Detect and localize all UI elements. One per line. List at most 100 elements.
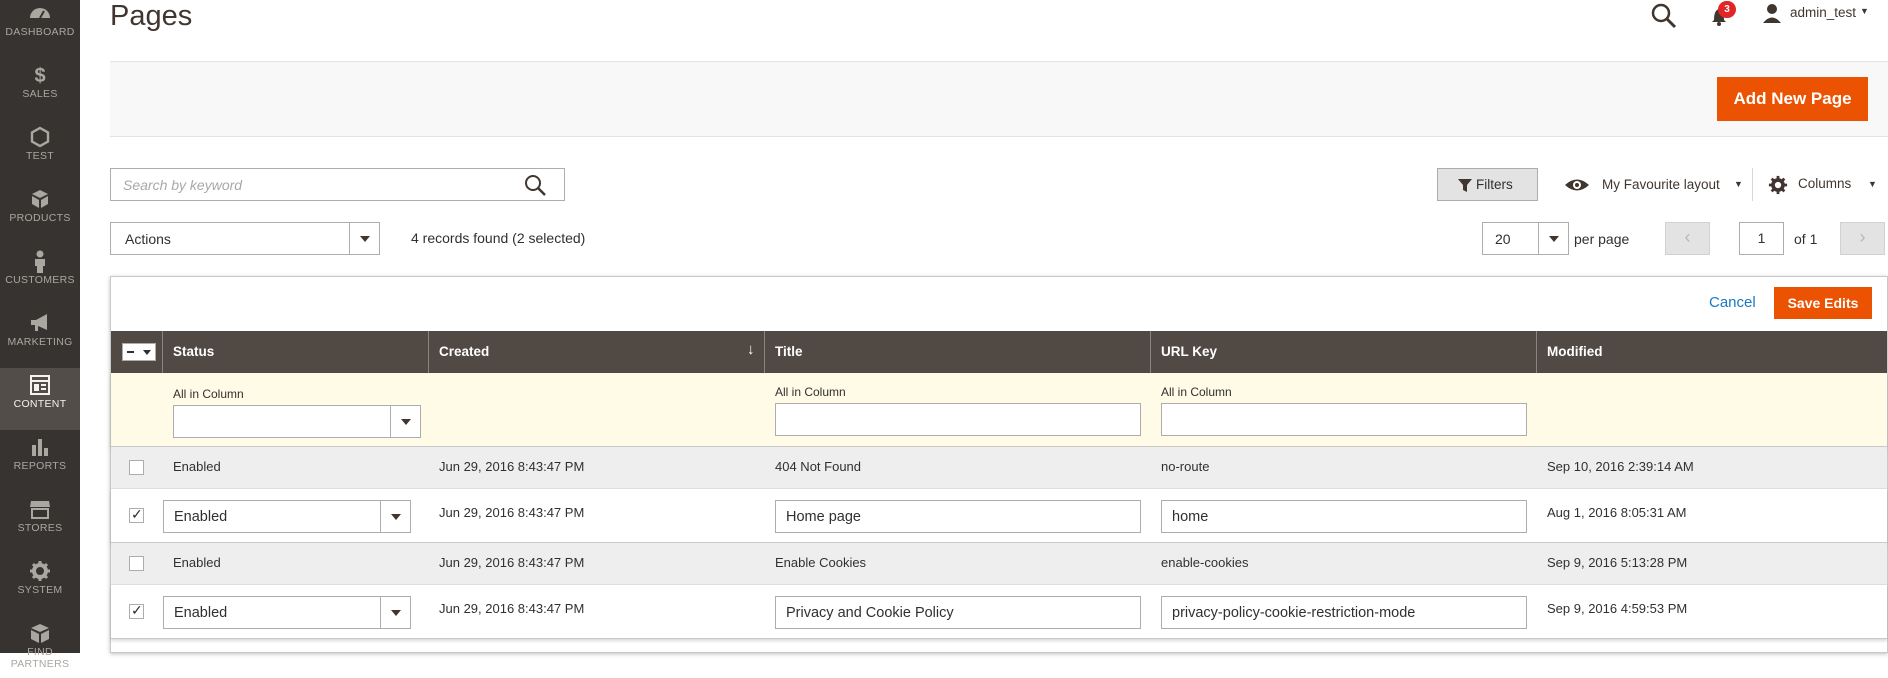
eye-icon bbox=[1564, 174, 1590, 199]
filters-button[interactable]: Filters bbox=[1437, 168, 1538, 201]
table-row-editing: Enabled Jun 29, 2016 8:43:47 PM Home pag… bbox=[111, 489, 1887, 543]
column-header-title[interactable]: Title bbox=[765, 331, 1151, 373]
status-cell: Enabled bbox=[173, 555, 221, 570]
chevron-down-icon bbox=[380, 597, 410, 628]
main-content: Pages 3 admin_test ▼ Add New Page Filter… bbox=[80, 0, 1888, 653]
title-input[interactable]: Home page bbox=[775, 500, 1141, 533]
chevron-down-icon bbox=[1538, 223, 1568, 254]
person-icon bbox=[0, 244, 80, 274]
sidebar-item-dashboard[interactable]: DASHBOARD bbox=[0, 0, 80, 58]
table-row[interactable]: Enabled Jun 29, 2016 8:43:47 PM 404 Not … bbox=[111, 447, 1887, 489]
chevron-down-icon bbox=[380, 501, 410, 532]
admin-user-menu[interactable]: admin_test ▼ bbox=[1760, 2, 1870, 28]
chevron-down-icon bbox=[143, 350, 151, 355]
title-all-label: All in Column bbox=[775, 385, 846, 399]
status-select[interactable]: Enabled bbox=[163, 596, 411, 629]
table-row[interactable]: Enabled Jun 29, 2016 8:43:47 PM Enable C… bbox=[111, 543, 1887, 585]
layout-icon bbox=[0, 368, 80, 398]
sidebar-item-sales[interactable]: $ SALES bbox=[0, 58, 80, 120]
columns-caret-icon: ▼ bbox=[1868, 179, 1877, 189]
apply-all-row: All in Column All in Column All in Colum… bbox=[111, 373, 1887, 447]
previous-page-button[interactable]: ‹ bbox=[1665, 222, 1710, 255]
url-key-cell: enable-cookies bbox=[1161, 555, 1249, 570]
grid-header-row: Status Created ↓ Title URL Key Modified bbox=[111, 331, 1887, 373]
sidebar-item-system[interactable]: SYSTEM bbox=[0, 554, 80, 616]
table-row-editing: Enabled Jun 29, 2016 8:43:47 PM Privacy … bbox=[111, 585, 1887, 639]
user-menu-caret-icon: ▼ bbox=[1860, 6, 1869, 16]
sidebar-item-customers[interactable]: CUSTOMERS bbox=[0, 244, 80, 306]
sidebar-item-marketing[interactable]: MARKETING bbox=[0, 306, 80, 368]
sidebar-item-stores[interactable]: STORES bbox=[0, 492, 80, 554]
title-cell: Enable Cookies bbox=[775, 555, 867, 570]
layout-caret-icon: ▼ bbox=[1734, 179, 1743, 189]
title-all-input[interactable] bbox=[775, 403, 1141, 436]
status-select[interactable]: Enabled bbox=[163, 500, 411, 533]
keyword-search-input[interactable] bbox=[111, 169, 511, 200]
user-icon bbox=[1762, 3, 1782, 25]
url-key-input[interactable]: privacy-policy-cookie-restriction-mode bbox=[1161, 596, 1527, 629]
column-header-modified[interactable]: Modified bbox=[1537, 331, 1887, 373]
per-page-select[interactable]: 20 bbox=[1482, 222, 1569, 255]
dollar-icon: $ bbox=[34, 65, 46, 87]
url-key-input[interactable]: home bbox=[1161, 500, 1527, 533]
sidebar-item-test[interactable]: TEST bbox=[0, 120, 80, 182]
add-new-page-button[interactable]: Add New Page bbox=[1717, 77, 1868, 121]
toolbar-divider bbox=[1752, 168, 1753, 201]
modified-cell: Sep 9, 2016 4:59:53 PM bbox=[1547, 601, 1688, 616]
megaphone-icon bbox=[0, 306, 80, 336]
page-total-text: of 1 bbox=[1794, 231, 1818, 247]
admin-username: admin_test bbox=[1790, 5, 1857, 20]
chevron-down-icon bbox=[390, 406, 420, 437]
save-edits-button[interactable]: Save Edits bbox=[1774, 287, 1872, 319]
sidebar-item-products[interactable]: PRODUCTS bbox=[0, 182, 80, 244]
global-search-icon[interactable] bbox=[1650, 2, 1678, 30]
column-header-status[interactable]: Status bbox=[163, 331, 429, 373]
storefront-icon bbox=[0, 492, 80, 522]
sort-arrow-icon: ↓ bbox=[747, 341, 755, 358]
funnel-icon bbox=[1458, 179, 1472, 195]
url-key-all-label: All in Column bbox=[1161, 385, 1232, 399]
gear-icon bbox=[0, 554, 80, 584]
cube-icon bbox=[0, 182, 80, 212]
title-input[interactable]: Privacy and Cookie Policy bbox=[775, 596, 1141, 629]
status-all-label: All in Column bbox=[173, 387, 244, 401]
box-icon bbox=[0, 616, 80, 646]
page-title: Pages bbox=[110, 0, 193, 32]
gear-icon bbox=[1768, 175, 1788, 198]
sidebar-item-content[interactable]: CONTENT bbox=[0, 368, 80, 430]
status-all-select[interactable] bbox=[173, 405, 421, 438]
next-page-button[interactable]: › bbox=[1840, 222, 1885, 255]
row-checkbox[interactable] bbox=[129, 460, 144, 475]
sidebar-item-reports[interactable]: REPORTS bbox=[0, 430, 80, 492]
row-checkbox[interactable] bbox=[129, 602, 144, 619]
created-cell: Jun 29, 2016 8:43:47 PM bbox=[439, 459, 585, 474]
row-checkbox[interactable] bbox=[129, 506, 144, 523]
mass-actions-dropdown[interactable]: Actions bbox=[110, 222, 380, 255]
search-icon[interactable] bbox=[523, 173, 549, 199]
hexagon-icon bbox=[0, 120, 80, 150]
column-header-created[interactable]: Created ↓ bbox=[429, 331, 765, 373]
created-cell: Jun 29, 2016 8:43:47 PM bbox=[439, 555, 585, 570]
page-number-input[interactable]: 1 bbox=[1739, 222, 1784, 255]
modified-cell: Aug 1, 2016 8:05:31 AM bbox=[1547, 505, 1687, 520]
url-key-all-input[interactable] bbox=[1161, 403, 1527, 436]
cancel-edits-link[interactable]: Cancel bbox=[1709, 294, 1756, 311]
row-checkbox[interactable] bbox=[129, 556, 144, 571]
bookmark-layout-dropdown[interactable]: My Favourite layout ▼ bbox=[1564, 174, 1743, 199]
modified-cell: Sep 9, 2016 5:13:28 PM bbox=[1547, 555, 1688, 570]
status-cell: Enabled bbox=[173, 459, 221, 474]
notifications-badge: 3 bbox=[1718, 1, 1736, 18]
title-cell: 404 Not Found bbox=[775, 459, 862, 474]
sidebar-item-find-partners[interactable]: FIND PARTNERS bbox=[0, 616, 80, 678]
columns-dropdown[interactable]: Columns ▼ bbox=[1768, 174, 1878, 198]
keyword-search-box bbox=[110, 168, 565, 201]
chevron-down-icon bbox=[349, 223, 379, 254]
page-actions-bar bbox=[110, 61, 1888, 137]
records-found-text: 4 records found (2 selected) bbox=[411, 230, 586, 246]
mass-select-column bbox=[111, 331, 163, 373]
url-key-cell: no-route bbox=[1161, 459, 1210, 474]
bar-chart-icon bbox=[0, 430, 80, 460]
mass-select-dropdown[interactable] bbox=[122, 343, 156, 361]
dashboard-icon bbox=[0, 0, 80, 26]
column-header-url-key[interactable]: URL Key bbox=[1151, 331, 1537, 373]
